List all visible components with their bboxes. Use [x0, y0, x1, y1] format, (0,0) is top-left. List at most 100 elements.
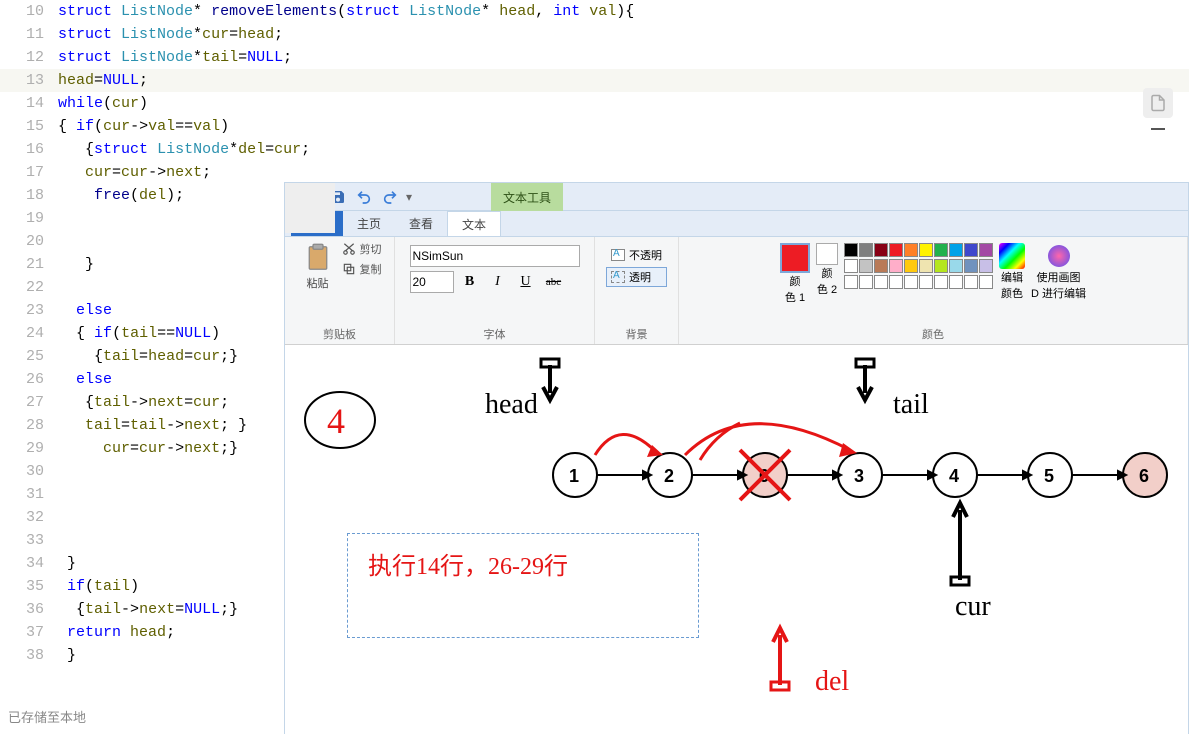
code-src: { if(tail==NULL)	[58, 322, 220, 345]
color-swatch-empty[interactable]	[874, 275, 888, 289]
paste-button[interactable]: 粘贴	[298, 241, 338, 291]
color-swatch[interactable]	[874, 243, 888, 257]
font-family-select[interactable]	[410, 245, 580, 267]
group-clipboard: 粘贴 剪切 复制 剪贴板	[285, 237, 395, 344]
color-swatch-empty[interactable]	[889, 275, 903, 289]
svg-text:2: 2	[664, 466, 674, 486]
code-line[interactable]: 14while(cur)	[0, 92, 1189, 115]
line-number: 11	[0, 23, 58, 46]
color-swatch-empty[interactable]	[919, 275, 933, 289]
code-src: if(tail)	[58, 575, 139, 598]
svg-text:3: 3	[854, 466, 864, 486]
code-line[interactable]: 15{ if(cur->val==val)	[0, 115, 1189, 138]
line-number: 31	[0, 483, 58, 506]
color-palette	[844, 243, 993, 289]
color-swatch[interactable]	[934, 243, 948, 257]
ribbon: 粘贴 剪切 复制 剪贴板	[285, 237, 1188, 345]
copy-button[interactable]: 复制	[342, 261, 382, 277]
line-number: 25	[0, 345, 58, 368]
line-number: 33	[0, 529, 58, 552]
code-line[interactable]: 13head=NULL;	[0, 69, 1189, 92]
svg-text:6: 6	[1139, 466, 1149, 486]
code-src: struct ListNode* removeElements(struct L…	[58, 0, 634, 23]
qat-dropdown-icon[interactable]: ▾	[406, 190, 412, 204]
line-number: 35	[0, 575, 58, 598]
code-line[interactable]: 17 cur=cur->next;	[0, 161, 1189, 184]
line-number: 22	[0, 276, 58, 299]
paint3d-button[interactable]: 使用画图 D 进行编辑	[1031, 243, 1086, 301]
line-number: 21	[0, 253, 58, 276]
line-number: 20	[0, 230, 58, 253]
color-swatch[interactable]	[919, 243, 933, 257]
color-swatch[interactable]	[889, 259, 903, 273]
text-edit-box[interactable]: 执行14行，26-29行	[347, 533, 699, 638]
color2-button[interactable]: 颜 色 2	[816, 243, 838, 297]
line-number: 32	[0, 506, 58, 529]
code-src: {tail->next=cur;	[58, 391, 229, 414]
tab-text[interactable]: 文本	[447, 211, 501, 236]
edit-colors-button[interactable]: 编辑 颜色	[999, 243, 1025, 301]
italic-button[interactable]: I	[486, 271, 510, 293]
color-swatch-empty[interactable]	[904, 275, 918, 289]
undo-icon[interactable]	[352, 186, 376, 208]
paint-canvas[interactable]: 4 head tail 1 2 6 3 4 5 6	[285, 345, 1188, 735]
font-size-select[interactable]	[410, 271, 454, 293]
tab-view[interactable]: 查看	[395, 211, 447, 236]
color-swatch-empty[interactable]	[859, 275, 873, 289]
code-src: { if(cur->val==val)	[58, 115, 229, 138]
tab-home[interactable]: 主页	[343, 211, 395, 236]
code-line[interactable]: 10struct ListNode* removeElements(struct…	[0, 0, 1189, 23]
color-swatch-empty[interactable]	[844, 275, 858, 289]
color1-button[interactable]: 颜 色 1	[780, 243, 810, 305]
line-number: 19	[0, 207, 58, 230]
code-line[interactable]: 16 {struct ListNode*del=cur;	[0, 138, 1189, 161]
color-swatch-empty[interactable]	[964, 275, 978, 289]
line-number: 13	[0, 69, 58, 92]
color-swatch[interactable]	[844, 243, 858, 257]
code-src: struct ListNode*tail=NULL;	[58, 46, 292, 69]
color-swatch[interactable]	[964, 243, 978, 257]
code-src: else	[58, 299, 112, 322]
doc-icon[interactable]	[1143, 88, 1173, 118]
underline-button[interactable]: U	[514, 271, 538, 293]
code-line[interactable]: 11struct ListNode*cur=head;	[0, 23, 1189, 46]
color-swatch[interactable]	[844, 259, 858, 273]
code-src: }	[58, 253, 94, 276]
color-swatch-empty[interactable]	[949, 275, 963, 289]
redo-icon[interactable]	[378, 186, 402, 208]
color-swatch[interactable]	[979, 243, 993, 257]
bold-button[interactable]: B	[458, 271, 482, 293]
code-src: while(cur)	[58, 92, 148, 115]
color-swatch[interactable]	[934, 259, 948, 273]
code-line[interactable]: 12struct ListNode*tail=NULL;	[0, 46, 1189, 69]
color-swatch[interactable]	[859, 243, 873, 257]
code-src: free(del);	[58, 184, 184, 207]
head-label: head	[485, 389, 538, 420]
transparent-option[interactable]: A 透明	[606, 267, 667, 287]
code-src: head=NULL;	[58, 69, 148, 92]
color-swatch[interactable]	[949, 243, 963, 257]
code-src: }	[58, 644, 76, 667]
collapse-icon[interactable]	[1151, 128, 1165, 130]
color-swatch[interactable]	[964, 259, 978, 273]
code-src: }	[58, 552, 76, 575]
color-swatch[interactable]	[979, 259, 993, 273]
color-swatch-empty[interactable]	[979, 275, 993, 289]
opaque-option[interactable]: A 不透明	[606, 245, 667, 265]
group-background: A 不透明 A 透明 背景	[595, 237, 679, 344]
color-swatch[interactable]	[919, 259, 933, 273]
color-swatch[interactable]	[874, 259, 888, 273]
color-swatch[interactable]	[904, 243, 918, 257]
color-swatch[interactable]	[949, 259, 963, 273]
color-swatch[interactable]	[904, 259, 918, 273]
color-swatch[interactable]	[889, 243, 903, 257]
line-number: 23	[0, 299, 58, 322]
strike-button[interactable]: abc	[542, 271, 566, 293]
color-swatch[interactable]	[859, 259, 873, 273]
linked-list: 1 2 6 3 4 5 6	[553, 453, 1167, 497]
color-swatch-empty[interactable]	[934, 275, 948, 289]
svg-text:1: 1	[569, 466, 579, 486]
cut-button[interactable]: 剪切	[342, 241, 382, 257]
code-src: {tail->next=NULL;}	[58, 598, 238, 621]
line-number: 16	[0, 138, 58, 161]
